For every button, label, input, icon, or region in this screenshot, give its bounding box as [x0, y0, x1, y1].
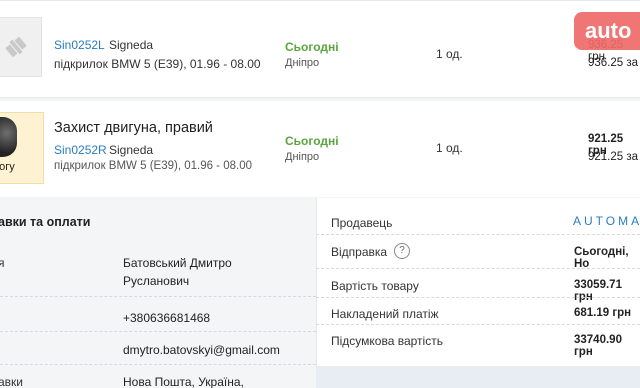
- item1-city: Дніпро: [285, 57, 320, 69]
- divider: [316, 234, 640, 235]
- divider: [316, 297, 640, 298]
- item2-city: Дніпро: [285, 151, 320, 163]
- recipient-label: я: [0, 256, 5, 270]
- item2-brand: Signeda: [109, 143, 154, 157]
- item1-model: підкрилок BMW 5 (E39), 01.96 - 08.00: [54, 57, 261, 71]
- item2-title[interactable]: Захист двигуна, правий: [54, 120, 213, 136]
- shipping-value: Сьогодні, Но: [574, 246, 629, 270]
- item2-model: підкрилок BMW 5 (E39), 01.96 - 08.00: [54, 160, 252, 172]
- item1-delivery-status: Сьогодні: [285, 40, 339, 54]
- product-thumbnail-placeholder[interactable]: [0, 17, 42, 77]
- recipient-name-line1: Батовський Дмитро: [123, 256, 232, 270]
- no-image-placeholder-icon: [5, 37, 27, 57]
- seller-link[interactable]: AUTOMA: [573, 214, 640, 228]
- cod-label: Накладений платіж: [331, 307, 439, 321]
- divider: [316, 268, 640, 269]
- goods-cost-value: 33059.71 грн: [574, 279, 622, 303]
- site-logo-badge[interactable]: auto: [574, 12, 640, 50]
- item1-sku-link[interactable]: Sin0252L: [54, 38, 105, 52]
- delivery-method-value: Нова Пошта, Україна,: [123, 375, 244, 388]
- item2-quantity: 1 од.: [436, 141, 463, 155]
- goods-cost-label: Вартість товару: [331, 279, 419, 293]
- divider: [0, 296, 316, 297]
- total-label: Підсумкова вартість: [331, 334, 443, 348]
- divider: [0, 364, 316, 365]
- engine-guard-image: [0, 117, 17, 157]
- item1-price-per-unit: 936.25 за: [588, 57, 639, 69]
- question-circle-icon[interactable]: ?: [394, 243, 410, 259]
- item2-sku-link[interactable]: Sin0252R: [54, 143, 107, 157]
- cod-value: 681.19 грн: [574, 307, 632, 319]
- summary-footer: [316, 366, 640, 388]
- product-thumbnail[interactable]: ногу: [0, 112, 44, 184]
- recipient-email: dmytro.batovskyi@gmail.com: [123, 343, 280, 357]
- recipient-phone: +380636681468: [123, 311, 211, 325]
- divider: [0, 331, 316, 332]
- total-value: 33740.90 грн: [574, 334, 622, 358]
- divider: [316, 324, 640, 325]
- recipient-name-line2: Русланович: [123, 274, 190, 288]
- seller-label: Продавець: [331, 216, 393, 230]
- item2-delivery-status: Сьогодні: [285, 134, 339, 148]
- shipping-label: Відправка: [331, 245, 388, 259]
- delivery-method-label: авки: [0, 375, 24, 388]
- thumbnail-label: ногу: [0, 161, 15, 173]
- item1-brand: Signeda: [109, 38, 154, 52]
- delivery-payment-heading: авки та оплати: [0, 215, 91, 229]
- item1-quantity: 1 од.: [436, 47, 463, 61]
- item2-price-per-unit: 921.25 за: [588, 151, 639, 163]
